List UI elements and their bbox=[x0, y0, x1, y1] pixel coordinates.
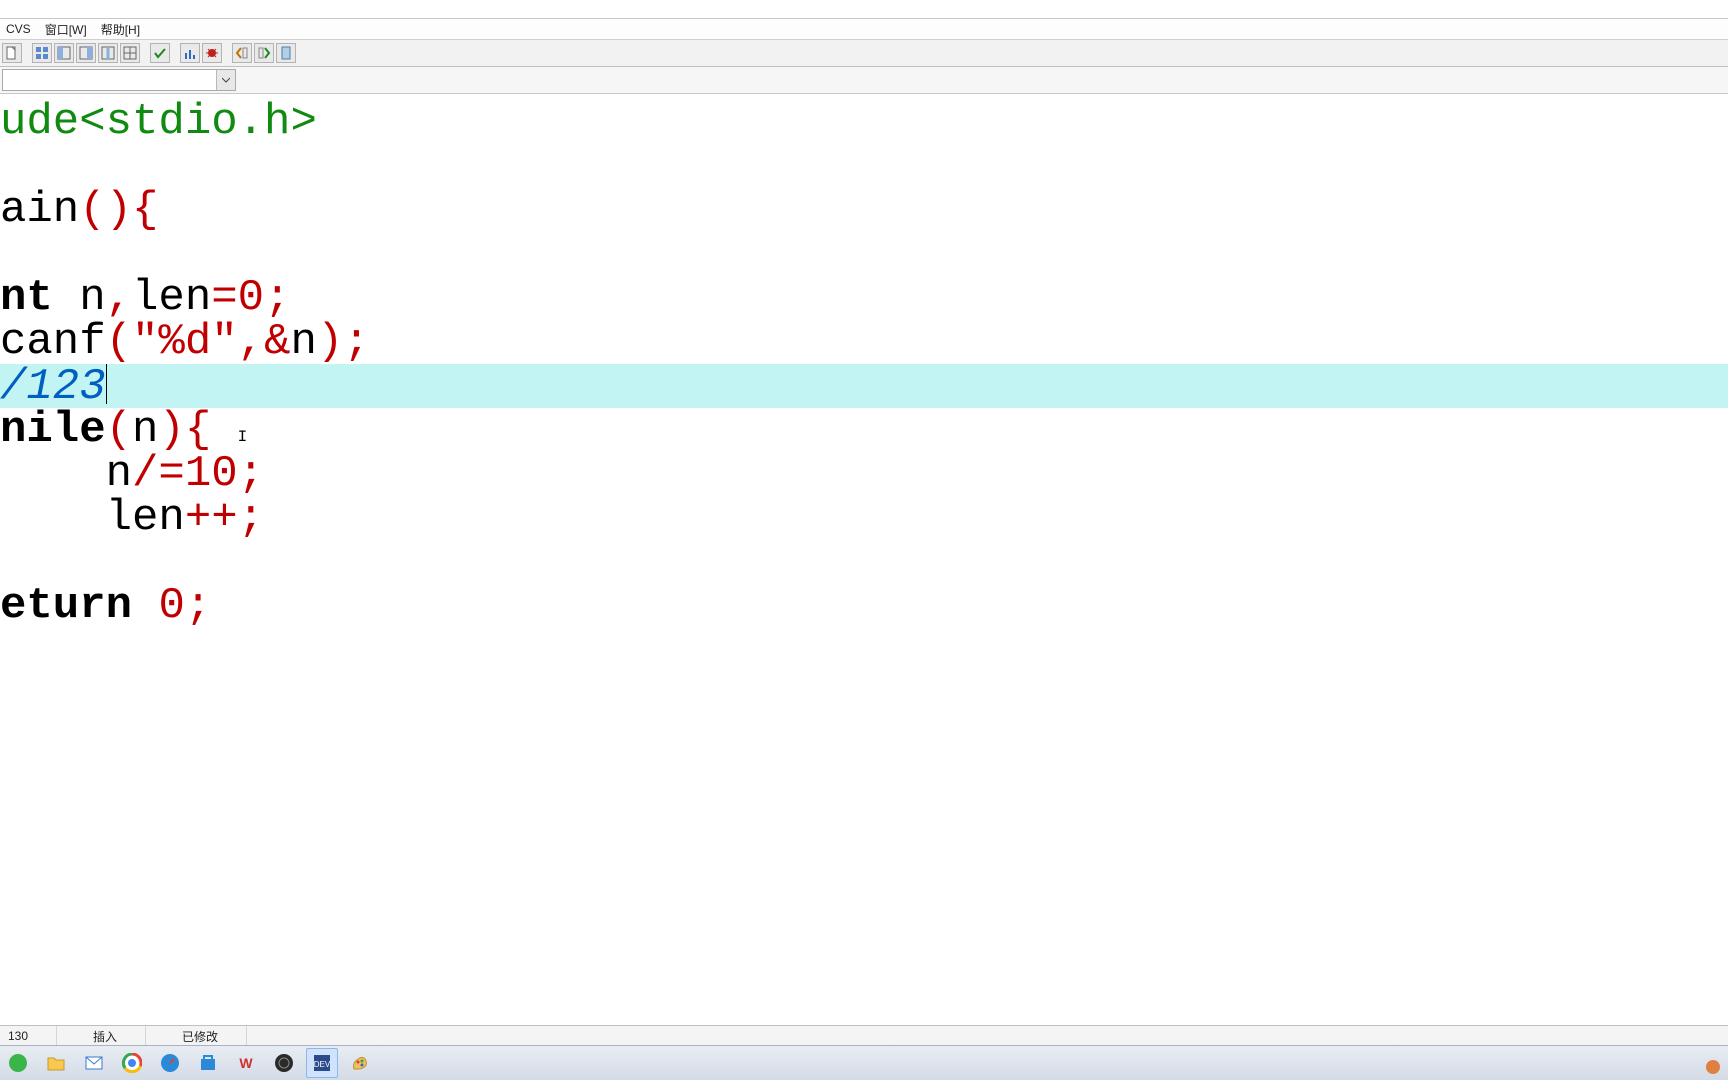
panel-tile-icon[interactable] bbox=[120, 43, 140, 63]
code-line[interactable] bbox=[0, 540, 1728, 584]
code-line[interactable]: nt n,len=0; bbox=[0, 276, 1728, 320]
code-line[interactable]: n/=10; bbox=[0, 452, 1728, 496]
code-line[interactable] bbox=[0, 144, 1728, 188]
window-titlebar bbox=[0, 0, 1728, 19]
status-mode: 插入 bbox=[93, 1026, 146, 1046]
folder-icon[interactable] bbox=[40, 1048, 72, 1078]
mail-icon[interactable] bbox=[78, 1048, 110, 1078]
text-cursor bbox=[106, 364, 107, 404]
status-state: 已修改 bbox=[182, 1026, 247, 1046]
paint-icon[interactable] bbox=[344, 1048, 376, 1078]
indent-left-icon[interactable] bbox=[232, 43, 252, 63]
grid-icon[interactable] bbox=[32, 43, 52, 63]
code-line[interactable]: len++; bbox=[0, 496, 1728, 540]
panel-right-icon[interactable] bbox=[76, 43, 96, 63]
menu-item-help[interactable]: 帮助[H] bbox=[101, 21, 140, 38]
statusbar: 130 插入 已修改 bbox=[0, 1025, 1728, 1046]
menu-item-window[interactable]: 窗口[W] bbox=[45, 21, 87, 38]
bug-icon[interactable] bbox=[202, 43, 222, 63]
code-line[interactable] bbox=[0, 232, 1728, 276]
code-line[interactable]: canf("%d",&n); bbox=[0, 320, 1728, 364]
code-line[interactable]: ude<stdio.h> bbox=[0, 100, 1728, 144]
chevron-down-icon[interactable] bbox=[216, 70, 235, 90]
safari-icon[interactable] bbox=[154, 1048, 186, 1078]
check-icon[interactable] bbox=[150, 43, 170, 63]
obs-icon[interactable] bbox=[268, 1048, 300, 1078]
menubar: CVS 窗口[W] 帮助[H] bbox=[0, 19, 1728, 40]
barchart-icon[interactable] bbox=[180, 43, 200, 63]
code-line[interactable]: nile(n){ I bbox=[0, 408, 1728, 452]
symbol-combo[interactable] bbox=[2, 69, 236, 91]
status-column: 130 bbox=[8, 1026, 57, 1046]
panel-left-icon[interactable] bbox=[54, 43, 74, 63]
svg-text:DEV: DEV bbox=[314, 1060, 331, 1069]
dev-icon[interactable]: DEV bbox=[306, 1048, 338, 1078]
indent-right-icon[interactable] bbox=[254, 43, 274, 63]
code-editor[interactable]: ude<stdio.h> ain(){ nt n,len=0;canf("%d",&… bbox=[0, 100, 1728, 1026]
svg-text:W: W bbox=[239, 1055, 253, 1071]
taskbar: W DEV bbox=[0, 1045, 1728, 1080]
code-line[interactable]: /123 bbox=[0, 364, 1728, 408]
code-line[interactable]: eturn 0; bbox=[0, 584, 1728, 628]
panel-split-icon[interactable] bbox=[98, 43, 118, 63]
file-icon[interactable] bbox=[2, 43, 22, 63]
w-icon[interactable]: W bbox=[230, 1048, 262, 1078]
menu-item-cvs[interactable]: CVS bbox=[6, 22, 31, 36]
system-tray[interactable] bbox=[1704, 1058, 1722, 1076]
toolbar bbox=[0, 40, 1728, 67]
toolbar-combo-row bbox=[0, 67, 1728, 94]
code-line[interactable]: ain(){ bbox=[0, 188, 1728, 232]
tray-icon[interactable] bbox=[1704, 1058, 1722, 1076]
page-icon[interactable] bbox=[276, 43, 296, 63]
store-icon[interactable] bbox=[192, 1048, 224, 1078]
chrome-icon[interactable] bbox=[116, 1048, 148, 1078]
start-icon[interactable] bbox=[2, 1048, 34, 1078]
